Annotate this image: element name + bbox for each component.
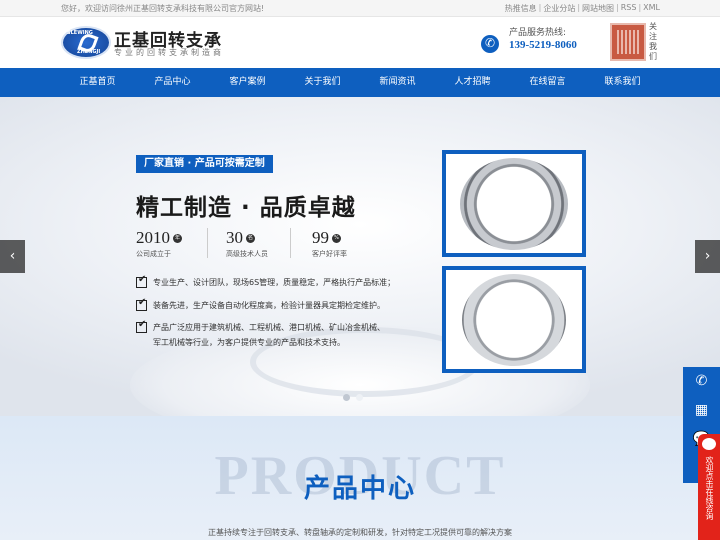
hotline-number: 139-5219-8060: [509, 39, 577, 51]
feature-item-continued: 军工机械等行业，为客户提供专业的产品和技术支持。: [153, 338, 345, 347]
stat-founded: 2010 年 公司成立于: [136, 228, 182, 258]
side-qr-button[interactable]: ▦: [683, 396, 720, 425]
top-links: 热推信息 | 企业分站 | 网站地图 | RSS | XML: [504, 3, 660, 14]
prev-slide-button[interactable]: ‹: [0, 240, 25, 273]
nav-about[interactable]: 关于我们: [285, 68, 360, 97]
hotline-label: 产品服务热线:: [509, 28, 567, 38]
logo[interactable]: SLEWING ZHENGJI: [61, 26, 111, 59]
top-link-sitemap[interactable]: 网站地图: [582, 3, 614, 14]
top-link-rss[interactable]: RSS: [621, 3, 637, 14]
chat-bubble-icon: [702, 438, 716, 450]
banner-tag: 厂家直销 · 产品可按需定制: [136, 155, 273, 173]
nav-message[interactable]: 在线留言: [510, 68, 585, 97]
nav-products[interactable]: 产品中心: [135, 68, 210, 97]
nav-home[interactable]: 正基首页: [60, 68, 135, 97]
phone-icon: ✆: [695, 373, 708, 389]
stat-engineers: 30 名 高级技术人员: [226, 228, 268, 258]
product-photo-toothed-bearing[interactable]: [442, 150, 586, 257]
stat-satisfaction: 99% 客户好评率: [312, 228, 347, 258]
qr-code-icon: ▦: [694, 402, 709, 418]
product-photo-flange-bearing[interactable]: [442, 266, 586, 373]
nav-jobs[interactable]: 人才招聘: [435, 68, 510, 97]
top-link-branch[interactable]: 企业分站: [543, 3, 575, 14]
section-title: 产品中心: [303, 474, 416, 504]
top-link-xml[interactable]: XML: [643, 3, 660, 14]
phone-icon: [481, 35, 499, 53]
main-nav: 正基首页 产品中心 客户案例 关于我们 新闻资讯 人才招聘 在线留言 联系我们: [0, 68, 720, 97]
brand-slogan: 专业的回转支承制造商: [114, 48, 224, 57]
welcome-text: 您好，欢迎访问徐州正基回转支承科技有限公司官方网站!: [61, 4, 265, 13]
slide-dot-1[interactable]: [343, 394, 350, 401]
online-consult-button[interactable]: 欢迎点击在线咨询: [698, 434, 720, 540]
nav-contact[interactable]: 联系我们: [585, 68, 660, 97]
feature-item: 产品广泛应用于建筑机械、工程机械、港口机械、矿山冶金机械、: [136, 318, 385, 335]
banner-headline: 精工制造 · 品质卓越: [136, 195, 356, 221]
checkbox-icon: [136, 318, 147, 333]
nav-cases[interactable]: 客户案例: [210, 68, 285, 97]
product-section: PRODUCT 产品中心 正基持续专注于回转支承、转盘轴承的定制和研发，针对特定…: [0, 416, 720, 540]
wechat-qr-code: [610, 23, 646, 61]
top-bar: 您好，欢迎访问徐州正基回转支承科技有限公司官方网站! 热推信息 | 企业分站 | 网…: [0, 0, 720, 17]
feature-item: 专业生产、设计团队，现场6S管理，质量稳定，严格执行产品标准；: [136, 273, 395, 290]
checkbox-icon: [136, 296, 147, 311]
nav-news[interactable]: 新闻资讯: [360, 68, 435, 97]
next-slide-button[interactable]: ›: [695, 240, 720, 273]
site-header: SLEWING ZHENGJI 正基回转支承 专业的回转支承制造商 产品服务热线…: [0, 17, 720, 68]
hero-banner: 厂家直销 · 产品可按需定制 精工制造 · 品质卓越 2010 年 公司成立于 3…: [0, 97, 720, 416]
follow-us-label: 关注我们: [649, 22, 657, 61]
slide-dot-2[interactable]: [356, 394, 363, 401]
feature-item: 装备先进，生产设备自动化程度高，检验计量器具定期检定维护。: [136, 296, 385, 313]
side-phone-button[interactable]: ✆: [683, 367, 720, 396]
section-description: 正基持续专注于回转支承、转盘轴承的定制和研发，针对特定工况提供可靠的解决方案: [208, 528, 512, 537]
checkbox-icon: [136, 273, 147, 288]
top-link-hot[interactable]: 热推信息: [505, 3, 537, 14]
